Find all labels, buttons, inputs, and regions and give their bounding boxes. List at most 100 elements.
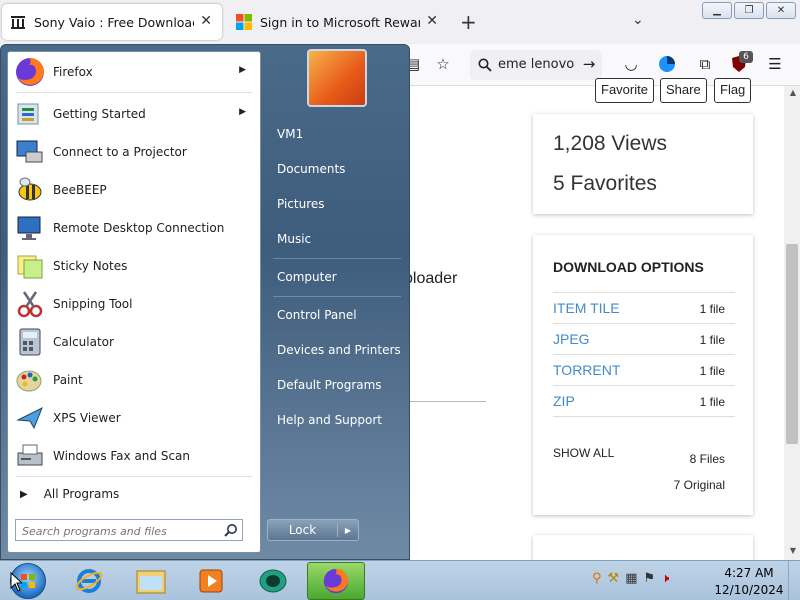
- pocket-icon[interactable]: ◡: [620, 53, 642, 75]
- start-item-control-panel[interactable]: Control Panel: [269, 300, 403, 330]
- start-item-documents[interactable]: Documents: [269, 154, 403, 184]
- restore-button[interactable]: ❐: [734, 2, 764, 19]
- xps-viewer-icon: [16, 406, 43, 430]
- stats-card: 1,208 Views 5 Favorites: [533, 114, 753, 214]
- show-desktop-button[interactable]: [788, 561, 800, 600]
- close-window-button[interactable]: ✕: [766, 2, 796, 19]
- clock-date: 12/10/2024: [714, 583, 784, 597]
- taskbar-beebeep[interactable]: [244, 562, 302, 600]
- paint-palette-icon: [16, 370, 42, 392]
- program-xps-viewer[interactable]: XPS Viewer: [14, 400, 254, 436]
- program-beebeep[interactable]: BeeBEEP: [14, 172, 254, 208]
- start-item-help-support[interactable]: Help and Support: [269, 405, 403, 435]
- search-input[interactable]: [16, 521, 216, 542]
- flag-tray-icon[interactable]: ⚑: [643, 571, 655, 586]
- bookmark-star-icon[interactable]: ☆: [432, 53, 454, 75]
- firefox-icon: [16, 58, 44, 86]
- url-text: eme lenovo: [498, 57, 575, 72]
- start-search-box[interactable]: [15, 519, 243, 542]
- chevron-down-icon[interactable]: ⌄: [632, 12, 644, 28]
- file-count: 1 file: [699, 333, 725, 347]
- start-item-computer[interactable]: Computer: [269, 262, 403, 292]
- scroll-thumb[interactable]: [786, 244, 798, 444]
- program-fax-scan[interactable]: Windows Fax and Scan: [14, 438, 254, 474]
- tab-microsoft-rewards[interactable]: Sign in to Microsoft Rewards ✕: [228, 4, 448, 40]
- separator: [16, 476, 252, 477]
- start-item-vm1[interactable]: VM1: [269, 119, 403, 149]
- download-link[interactable]: TORRENT: [553, 362, 620, 378]
- search-tray-icon[interactable]: ⚲: [592, 571, 602, 586]
- system-tray: ⚲ ⚒ ▦ ⚑ 🕨: [592, 571, 669, 586]
- program-firefox[interactable]: Firefox ▶: [14, 54, 254, 90]
- files-count[interactable]: 8 Files: [690, 452, 725, 466]
- volume-muted-icon[interactable]: 🕨: [661, 571, 669, 586]
- download-row[interactable]: ITEM TILE 1 file: [553, 292, 735, 323]
- start-menu-programs: Firefox ▶ Getting Started ▶ Connect to a…: [7, 51, 261, 553]
- firefox-icon: [323, 568, 349, 594]
- program-label: Windows Fax and Scan: [53, 449, 191, 463]
- download-row[interactable]: JPEG 1 file: [553, 323, 735, 354]
- menu-icon[interactable]: ☰: [764, 53, 786, 75]
- download-link[interactable]: ITEM TILE: [553, 300, 620, 316]
- start-item-pictures[interactable]: Pictures: [269, 189, 403, 219]
- flag-button[interactable]: Flag: [714, 78, 752, 103]
- monitor-tray-icon[interactable]: ▦: [625, 571, 637, 586]
- program-label: Sticky Notes: [53, 259, 128, 273]
- close-tab-icon[interactable]: ✕: [426, 13, 438, 29]
- program-sticky-notes[interactable]: Sticky Notes: [14, 248, 254, 284]
- extensions-icon[interactable]: ⧉: [694, 53, 716, 75]
- program-calculator[interactable]: Calculator: [14, 324, 254, 360]
- program-label: Calculator: [53, 335, 114, 349]
- bee-icon: [18, 177, 42, 201]
- taskbar-explorer[interactable]: [122, 562, 180, 600]
- scroll-up-icon[interactable]: ▲: [790, 88, 796, 97]
- network-tool-icon[interactable]: ⚒: [608, 571, 620, 586]
- download-row[interactable]: ZIP 1 file: [553, 385, 735, 416]
- page-scrollbar[interactable]: [784, 86, 800, 560]
- share-button[interactable]: Share: [660, 78, 707, 103]
- minimize-button[interactable]: ▁: [702, 2, 732, 19]
- program-remote-desktop[interactable]: Remote Desktop Connection: [14, 210, 254, 246]
- program-connect-projector[interactable]: Connect to a Projector: [14, 134, 254, 170]
- scroll-down-icon[interactable]: ▼: [790, 546, 796, 555]
- start-item-music[interactable]: Music: [269, 224, 403, 254]
- submenu-arrow-icon: ▶: [239, 107, 246, 117]
- download-link[interactable]: JPEG: [553, 331, 590, 347]
- all-programs-button[interactable]: ▶ All Programs: [14, 482, 254, 506]
- mouse-cursor-icon: [10, 572, 22, 592]
- calculator-icon: [19, 328, 41, 356]
- taskbar-clock[interactable]: 4:27 AM 12/10/2024: [710, 565, 788, 599]
- separator: [16, 92, 252, 93]
- program-snipping-tool[interactable]: Snipping Tool: [14, 286, 254, 322]
- start-item-default-programs[interactable]: Default Programs: [269, 370, 403, 400]
- lock-button[interactable]: Lock ▶: [267, 519, 359, 541]
- file-count: 1 file: [699, 302, 725, 316]
- taskbar-firefox[interactable]: [307, 562, 365, 600]
- media-player-icon: [199, 569, 223, 593]
- program-label: Remote Desktop Connection: [53, 221, 225, 235]
- download-heading: DOWNLOAD OPTIONS: [553, 259, 704, 275]
- taskbar-media-player[interactable]: [182, 562, 240, 600]
- start-item-devices-printers[interactable]: Devices and Printers: [269, 335, 403, 365]
- show-all-link[interactable]: SHOW ALL: [553, 446, 614, 460]
- new-tab-icon[interactable]: +: [460, 10, 477, 34]
- original-count[interactable]: 7 Original: [674, 478, 725, 492]
- taskbar-internet-explorer[interactable]: [60, 562, 118, 600]
- user-avatar[interactable]: [307, 49, 367, 107]
- file-count: 1 file: [699, 395, 725, 409]
- program-label: BeeBEEP: [53, 183, 107, 197]
- go-arrow-icon[interactable]: →: [578, 53, 600, 75]
- program-paint[interactable]: Paint: [14, 362, 254, 398]
- close-tab-icon[interactable]: ✕: [200, 13, 212, 29]
- firefox-view-icon[interactable]: [656, 53, 678, 75]
- search-icon: [478, 58, 492, 72]
- sticky-notes-icon: [17, 255, 43, 279]
- start-menu: Firefox ▶ Getting Started ▶ Connect to a…: [0, 44, 410, 560]
- download-row[interactable]: TORRENT 1 file: [553, 354, 735, 385]
- favorite-button[interactable]: Favorite: [595, 78, 654, 103]
- program-getting-started[interactable]: Getting Started ▶: [14, 96, 254, 132]
- download-link[interactable]: ZIP: [553, 393, 575, 409]
- tab-sony-vaio[interactable]: Sony Vaio : Free Download, Bor ✕: [2, 4, 222, 40]
- chat-bubble-icon: [259, 569, 287, 593]
- chevron-right-icon[interactable]: ▶: [338, 526, 358, 535]
